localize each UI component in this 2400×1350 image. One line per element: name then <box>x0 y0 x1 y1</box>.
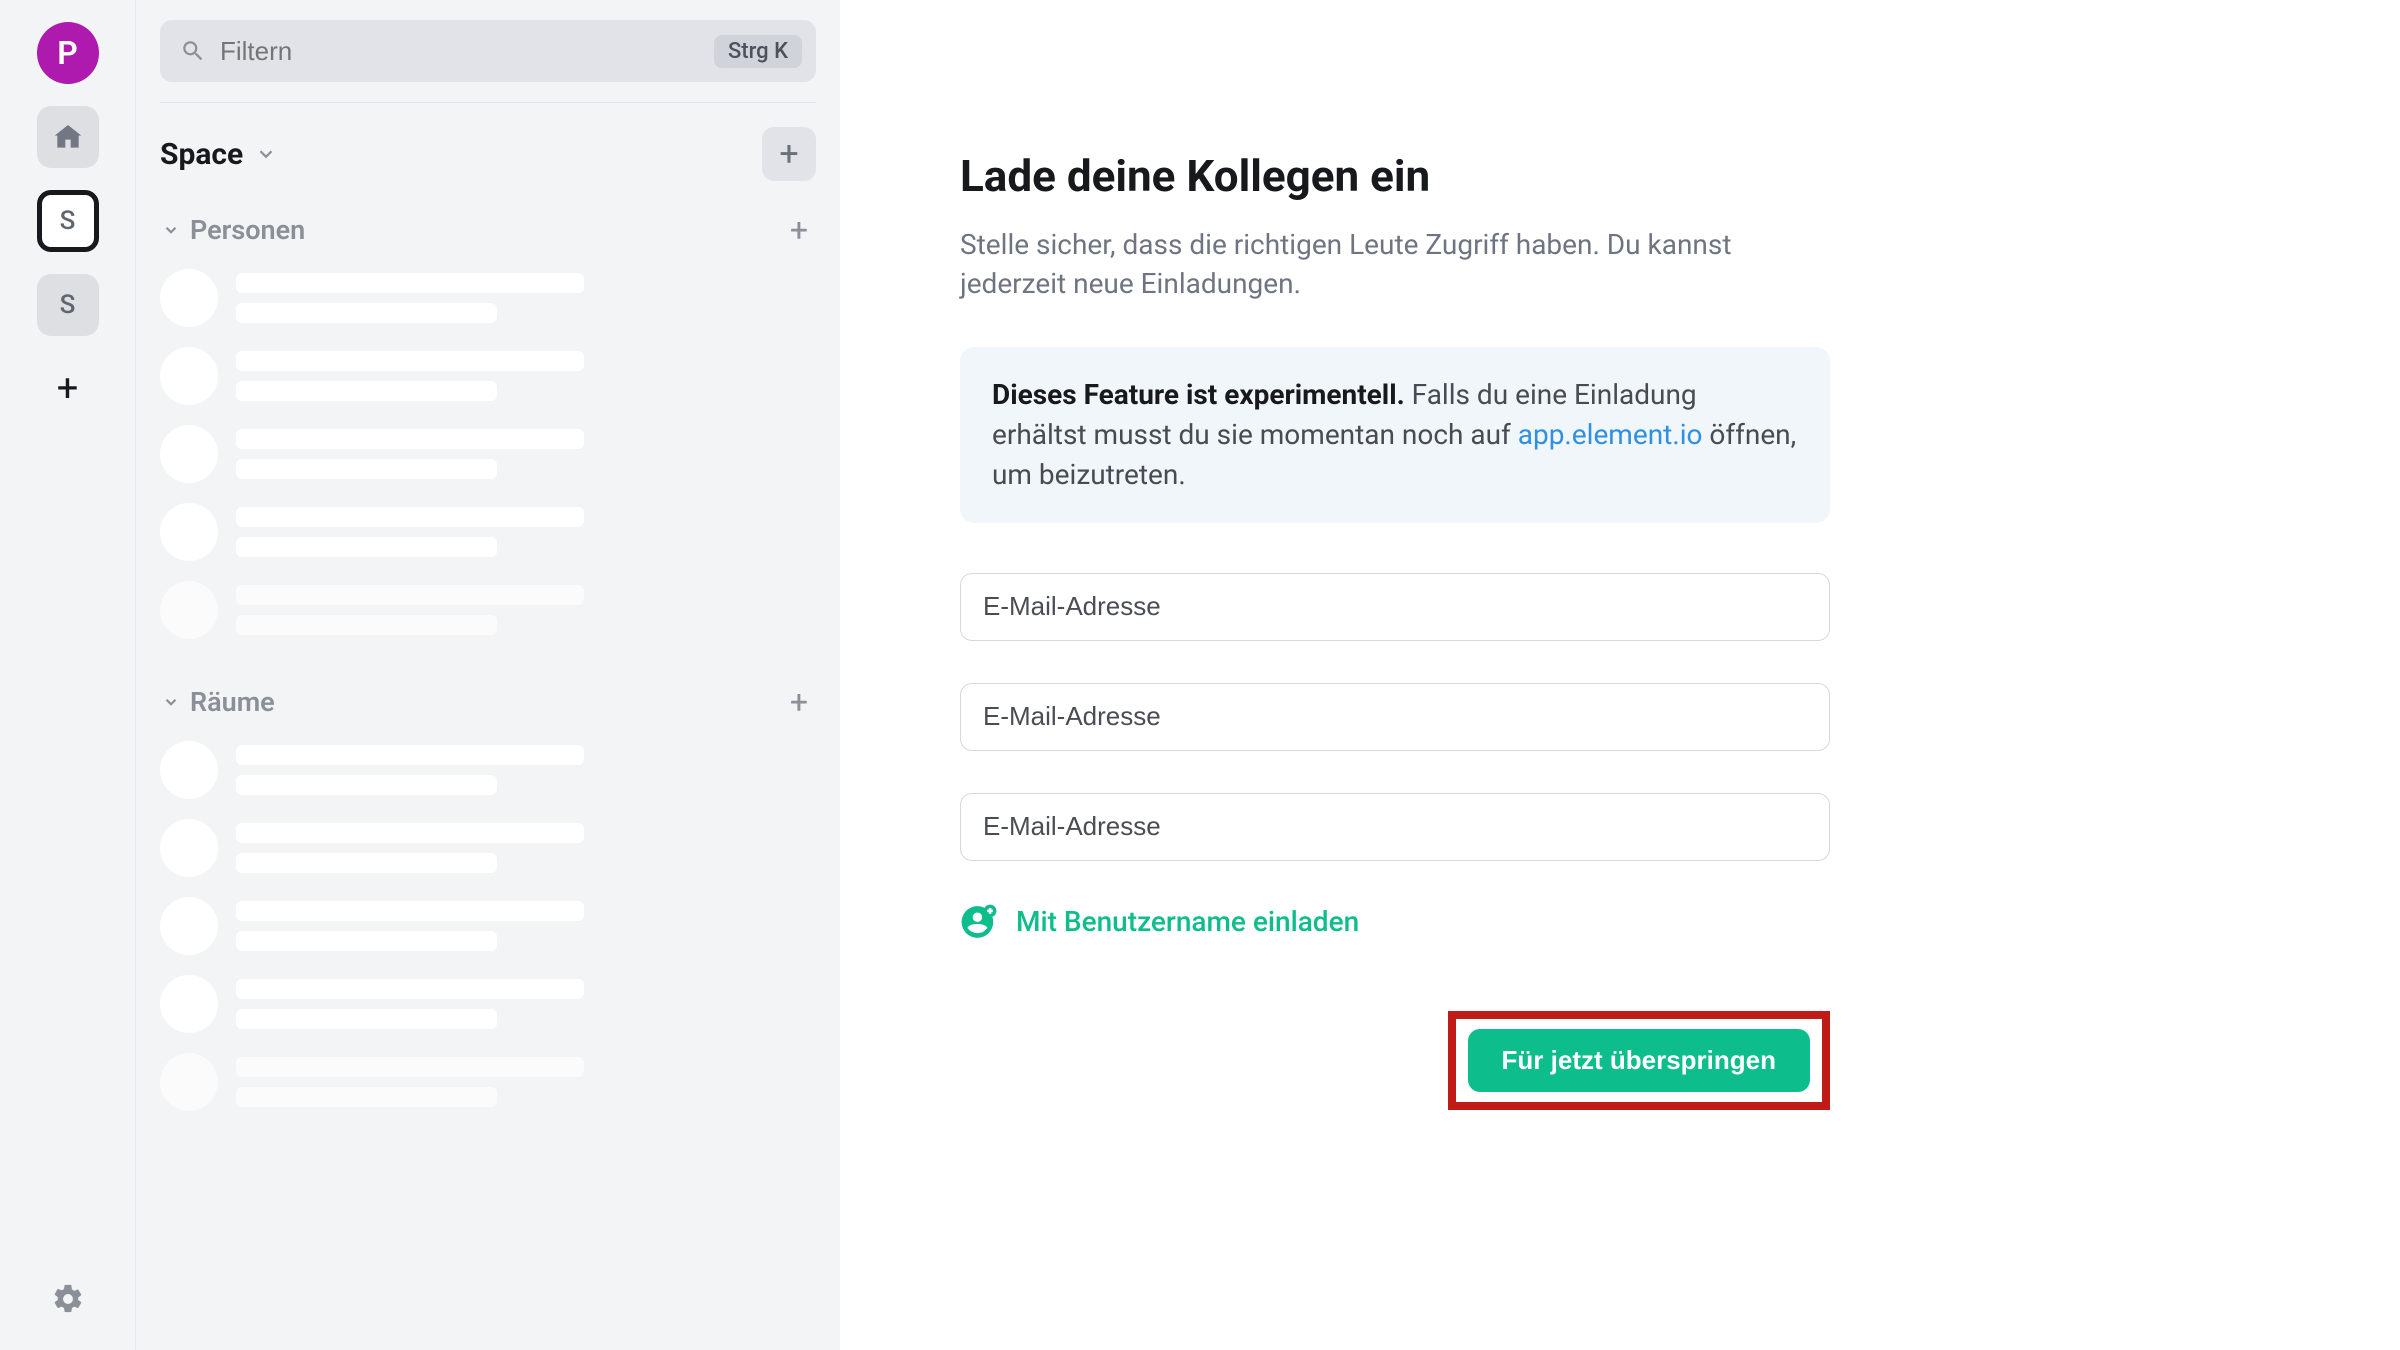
page-title: Lade deine Kollegen ein <box>960 150 1830 202</box>
invite-by-username-label: Mit Benutzername einladen <box>1016 905 1359 938</box>
add-person-button[interactable]: + <box>784 211 814 249</box>
experimental-notice: Dieses Feature ist experimentell. Falls … <box>960 347 1830 522</box>
section-toggle-rooms[interactable]: Räume <box>162 686 275 718</box>
add-room-button[interactable]: + <box>762 127 816 181</box>
space-title-menu[interactable]: Space <box>160 137 277 172</box>
main-content: Lade deine Kollegen ein Stelle sicher, d… <box>840 0 2400 1350</box>
email-input[interactable] <box>983 701 1807 732</box>
section-header-people: Personen + <box>160 211 816 269</box>
section-toggle-people[interactable]: Personen <box>162 214 305 246</box>
notice-bold: Dieses Feature ist experimentell. <box>992 378 1405 411</box>
home-button[interactable] <box>37 106 99 168</box>
search-field[interactable]: Strg K <box>160 20 816 82</box>
search-input[interactable] <box>220 36 700 67</box>
room-list-sidebar: Strg K Space + Personen + Räume + <box>135 0 840 1350</box>
home-icon <box>52 121 84 153</box>
search-shortcut-badge: Strg K <box>714 35 802 68</box>
search-icon <box>180 38 206 64</box>
email-field-2[interactable] <box>960 683 1830 751</box>
email-field-1[interactable] <box>960 573 1830 641</box>
chevron-down-icon <box>162 693 180 711</box>
chevron-down-icon <box>255 143 277 165</box>
people-list <box>160 269 816 639</box>
highlight-frame: Für jetzt überspringen <box>1448 1011 1830 1110</box>
list-item <box>160 741 816 799</box>
list-item <box>160 897 816 955</box>
add-user-icon <box>960 903 998 941</box>
section-header-rooms: Räume + <box>160 683 816 741</box>
page-subtitle: Stelle sicher, dass die richtigen Leute … <box>960 226 1830 303</box>
email-input[interactable] <box>983 591 1807 622</box>
list-item <box>160 975 816 1033</box>
space-button[interactable]: S <box>37 274 99 336</box>
add-room-button[interactable]: + <box>784 683 814 721</box>
list-item <box>160 819 816 877</box>
space-title: Space <box>160 137 243 172</box>
user-avatar[interactable]: P <box>37 22 99 84</box>
email-field-3[interactable] <box>960 793 1830 861</box>
invite-by-username-button[interactable]: Mit Benutzername einladen <box>960 903 1830 941</box>
space-button-selected[interactable]: S <box>37 190 99 252</box>
space-rail: P S S + <box>0 0 135 1350</box>
divider <box>160 102 816 103</box>
list-item <box>160 1053 816 1111</box>
rooms-list <box>160 741 816 1111</box>
list-item <box>160 581 816 639</box>
list-item <box>160 503 816 561</box>
list-item <box>160 347 816 405</box>
section-title: Räume <box>190 686 275 718</box>
action-row: Für jetzt überspringen <box>960 1011 1830 1110</box>
add-space-button[interactable]: + <box>37 358 99 420</box>
settings-button[interactable] <box>51 1282 85 1320</box>
gear-icon <box>51 1282 85 1316</box>
list-item <box>160 269 816 327</box>
section-title: Personen <box>190 214 305 246</box>
email-input[interactable] <box>983 811 1807 842</box>
notice-link[interactable]: app.element.io <box>1518 418 1703 451</box>
space-header: Space + <box>160 127 816 181</box>
chevron-down-icon <box>162 221 180 239</box>
list-item <box>160 425 816 483</box>
skip-button[interactable]: Für jetzt überspringen <box>1468 1029 1810 1092</box>
